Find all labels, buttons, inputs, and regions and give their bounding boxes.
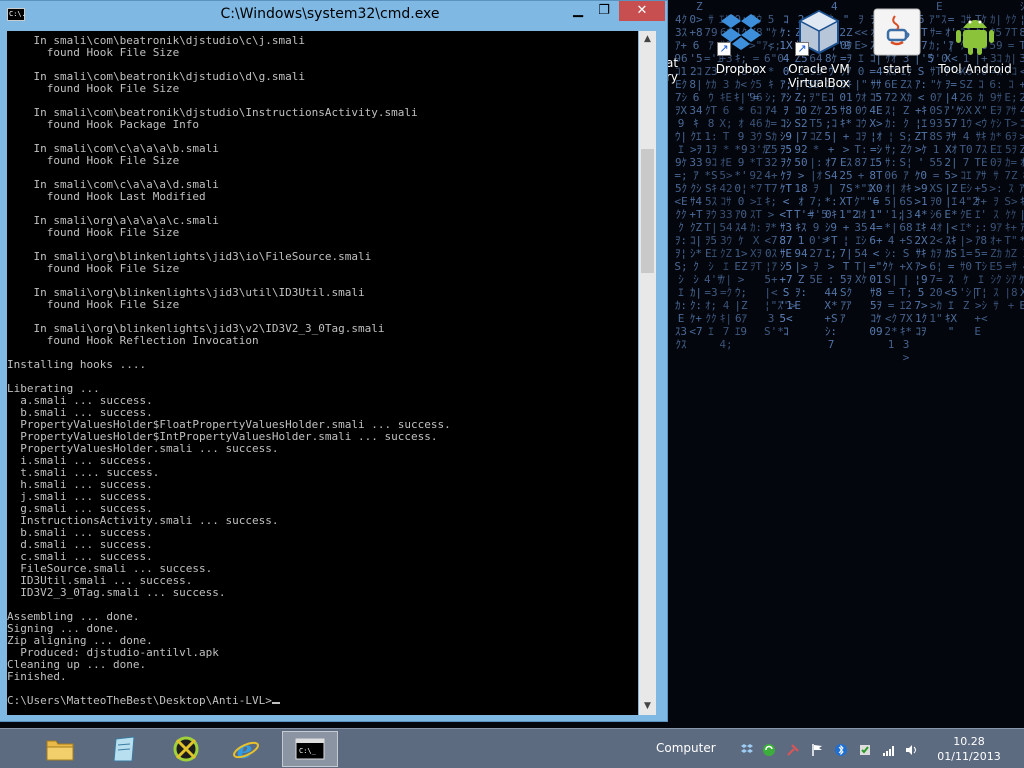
desktop-icon-java-start[interactable]: start [858, 6, 936, 92]
console-line: found Hook File Size [7, 154, 180, 167]
shortcut-arrow-icon: ↗ [717, 42, 731, 56]
vertical-scrollbar[interactable]: ▲ ▼ [639, 31, 656, 715]
sync-tray-icon[interactable] [762, 743, 776, 757]
maximize-button[interactable]: ❐ [591, 1, 617, 21]
notepad-icon [113, 736, 135, 762]
console-line: found Hook File Size [7, 46, 180, 59]
desktop-icon-dropbox[interactable]: ↗ Dropbox [702, 6, 780, 92]
console-line: Installing hooks .... [7, 358, 147, 371]
svg-text:C:\_: C:\_ [299, 747, 317, 755]
console-line: found Hook Reflection Invocation [7, 334, 259, 347]
desktop-icon-virtualbox[interactable]: ↗ Oracle VM VirtualBox [780, 6, 858, 92]
scroll-down-arrow-icon[interactable]: ▼ [639, 698, 656, 715]
console-line: found Hook File Size [7, 82, 180, 95]
console-line: found Hook File Size [7, 226, 180, 239]
desktop-icon-label: Dropbox [715, 62, 767, 76]
dropbox-tray-icon[interactable] [740, 743, 754, 757]
taskbar: e C:\_ Computer 10.28 01/11/2013 [0, 728, 1024, 768]
svg-text:e: e [237, 735, 252, 764]
minimize-button[interactable]: ▁ [565, 1, 591, 21]
clock[interactable]: 10.28 01/11/2013 [936, 734, 1002, 764]
bluetooth-icon[interactable] [834, 743, 848, 757]
taskbar-notepad[interactable] [98, 731, 150, 767]
console-line: found Hook Last Modified [7, 190, 206, 203]
android-icon [951, 8, 999, 56]
console-line: found Hook File Size [7, 262, 180, 275]
computer-toolbar-label[interactable]: Computer [656, 741, 716, 755]
close-button[interactable]: ✕ [619, 1, 665, 21]
taskbar-file-explorer[interactable] [34, 731, 86, 767]
action-center-flag-icon[interactable] [810, 743, 824, 757]
volume-icon[interactable] [904, 743, 918, 757]
clock-date: 01/11/2013 [937, 750, 1001, 763]
console-line: found Hook File Size [7, 298, 180, 311]
matrix-rain-column: 4ｸ3ｽｱ+ 96ｺ1Eｸ7ｼｦX9ｳ|ｴ 9ｹ=;5ｸ <Eｸｸｸｦ:ｦ¦S;… [674, 0, 708, 351]
console-output[interactable]: In smali\com\beatronik\djstudio\c\j.smal… [7, 31, 638, 715]
taskbar-internet-explorer[interactable]: e [220, 731, 272, 767]
console-prompt-line[interactable]: C:\Users\MatteoTheBest\Desktop\Anti-LVL> [7, 695, 638, 707]
desktop-icon-partial-label-1: at [666, 56, 679, 70]
shortcut-arrow-icon: ↗ [795, 42, 809, 56]
scrollbar-thumb[interactable] [641, 149, 654, 273]
desktop-icon-partial-label-2: ry [666, 70, 679, 84]
folder-icon [46, 740, 74, 761]
ie-icon: e [233, 735, 259, 764]
cmd-icon: C:\_ [295, 738, 325, 760]
desktop-icon-label: Tool Android [938, 62, 1012, 76]
text-cursor [271, 702, 280, 704]
scroll-up-arrow-icon[interactable]: ▲ [639, 31, 656, 48]
console-line: found Hook Package Info [7, 118, 200, 131]
matrix-rain-column: Z0>+86 '52ｺ 8|6 34ｷ ｸｴ>ｦ33 ｱ ｸｼｻ4+TｸZｺ|ｼ… [689, 0, 720, 338]
desktop-icon-label: Oracle VM VirtualBox [788, 62, 850, 90]
desktop-icon-partial[interactable]: at ry [666, 56, 686, 142]
taskbar-cmd[interactable]: C:\_ [282, 731, 338, 767]
console-prompt: C:\Users\MatteoTheBest\Desktop\Anti-LVL> [7, 694, 272, 707]
clock-time: 10.28 [953, 735, 985, 748]
dropbox-icon: ↗ [717, 8, 765, 56]
window-titlebar[interactable]: C:\. C:\Windows\system32\cmd.exe ▁ ❐ ✕ [0, 1, 667, 29]
cmd-window[interactable]: C:\. C:\Windows\system32\cmd.exe ▁ ❐ ✕ I… [0, 0, 668, 722]
security-tray-icon[interactable] [858, 743, 872, 757]
console-line: Finished. [7, 670, 67, 683]
desktop-icon-label: start [883, 62, 911, 76]
console-line: Cleaning up ... done. [7, 658, 147, 671]
console-line: ID3V2_3_0Tag.smali ... success. [7, 586, 226, 599]
matrix-rain-column: ｼ+¦8 8TT*3<<ｴ+:274ｼ ｺT>ZZEｵ28ｱ""Xｷ2|9ｱ0*… [1019, 0, 1024, 325]
java-icon [873, 8, 921, 56]
virtualbox-icon: ↗ [795, 8, 843, 56]
taskbar-green-app[interactable] [160, 731, 212, 767]
tool-tray-icon[interactable] [786, 743, 800, 757]
desktop-icon-tool-android[interactable]: Tool Android [936, 6, 1014, 92]
signal-strength-icon[interactable] [882, 743, 896, 757]
green-app-icon [173, 736, 199, 762]
